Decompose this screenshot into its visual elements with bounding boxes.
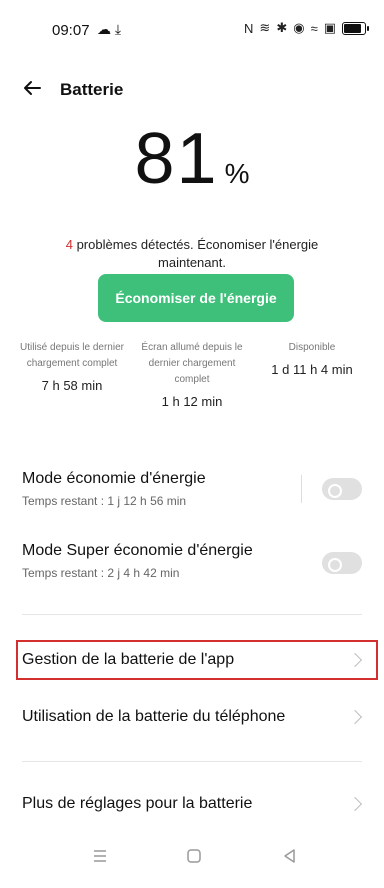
stat-label: Utilisé depuis le dernier chargement com… (20, 342, 124, 369)
stat-value: 7 h 58 min (41, 378, 103, 393)
nfc-icon: N (244, 20, 254, 36)
stat-label: Disponible (288, 342, 336, 353)
list-item-label: Gestion de la batterie de l'app (22, 651, 235, 668)
status-left-icons: ☁ ⤓ (97, 21, 121, 38)
back-arrow-icon[interactable] (20, 76, 44, 100)
stat-label: Écran allumé depuis le dernier chargemen… (141, 342, 243, 385)
battery-percent-symbol: % (224, 158, 250, 189)
menu-icon[interactable] (92, 848, 108, 869)
stat-available: Disponible 1 d 11 h 4 min (252, 340, 372, 409)
save-energy-button[interactable]: Économiser de l'énergie (98, 274, 294, 322)
battery-value: 81 (134, 119, 219, 199)
stat-value: 1 d 11 h 4 min (271, 362, 353, 377)
status-time: 09:07 (52, 22, 90, 39)
page-title: Batterie (60, 80, 124, 99)
section-divider (22, 761, 362, 762)
power-saving-toggle[interactable] (322, 478, 362, 500)
messenger-icon: ☁ (97, 21, 111, 37)
home-icon[interactable] (186, 848, 202, 869)
bluetooth-icon: ✱ (276, 20, 288, 35)
navigation-bar (0, 830, 384, 888)
problems-count: 4 (65, 237, 73, 252)
mode-title: Mode économie d'énergie (22, 470, 206, 487)
stat-used: Utilisé depuis le dernier chargement com… (12, 340, 132, 409)
mode-title: Mode Super économie d'énergie (22, 542, 253, 559)
stat-screen-on: Écran allumé depuis le dernier chargemen… (132, 340, 252, 409)
back-triangle-icon[interactable] (282, 848, 298, 869)
power-saving-mode-row[interactable]: Mode économie d'énergie Temps restant : … (22, 470, 362, 508)
list-item-label: Utilisation de la batterie du téléphone (22, 708, 286, 725)
mode-subtitle: Temps restant : 1 j 12 h 56 min (22, 494, 187, 508)
super-power-saving-toggle[interactable] (322, 552, 362, 574)
divider (301, 475, 302, 503)
battery-percentage: 81% (0, 118, 384, 200)
super-power-saving-mode-row[interactable]: Mode Super économie d'énergie Temps rest… (22, 542, 362, 580)
section-divider (22, 614, 362, 615)
mode-subtitle: Temps restant : 2 j 4 h 42 min (22, 566, 180, 580)
sim-icon: ▣ (323, 20, 336, 35)
vibrate-icon: ≋ (259, 20, 271, 35)
problems-text: 4 problèmes détectés. Économiser l'énerg… (50, 236, 334, 272)
wifi-icon: ≈ (310, 20, 318, 36)
app-battery-management-item[interactable]: Gestion de la batterie de l'app (22, 642, 363, 678)
chevron-right-icon (347, 652, 363, 668)
status-right-icons: N ≋ ✱ ◉ ≈ ▣ (244, 20, 369, 36)
list-item-label: Plus de réglages pour la batterie (22, 795, 253, 812)
problems-message: problèmes détectés. Économiser l'énergie… (72, 237, 319, 270)
header: Batterie (0, 72, 384, 112)
download-icon: ⤓ (114, 21, 122, 37)
phone-battery-usage-item[interactable]: Utilisation de la batterie du téléphone (22, 699, 363, 735)
chevron-right-icon (347, 796, 363, 812)
battery-icon (342, 21, 369, 35)
chevron-right-icon (347, 709, 363, 725)
status-bar: 09:07 ☁ ⤓ N ≋ ✱ ◉ ≈ ▣ (0, 0, 384, 60)
battery-stats: Utilisé depuis le dernier chargement com… (12, 340, 372, 409)
stat-value: 1 h 12 min (161, 394, 223, 409)
more-battery-settings-item[interactable]: Plus de réglages pour la batterie (22, 786, 363, 822)
location-icon: ◉ (293, 20, 305, 35)
